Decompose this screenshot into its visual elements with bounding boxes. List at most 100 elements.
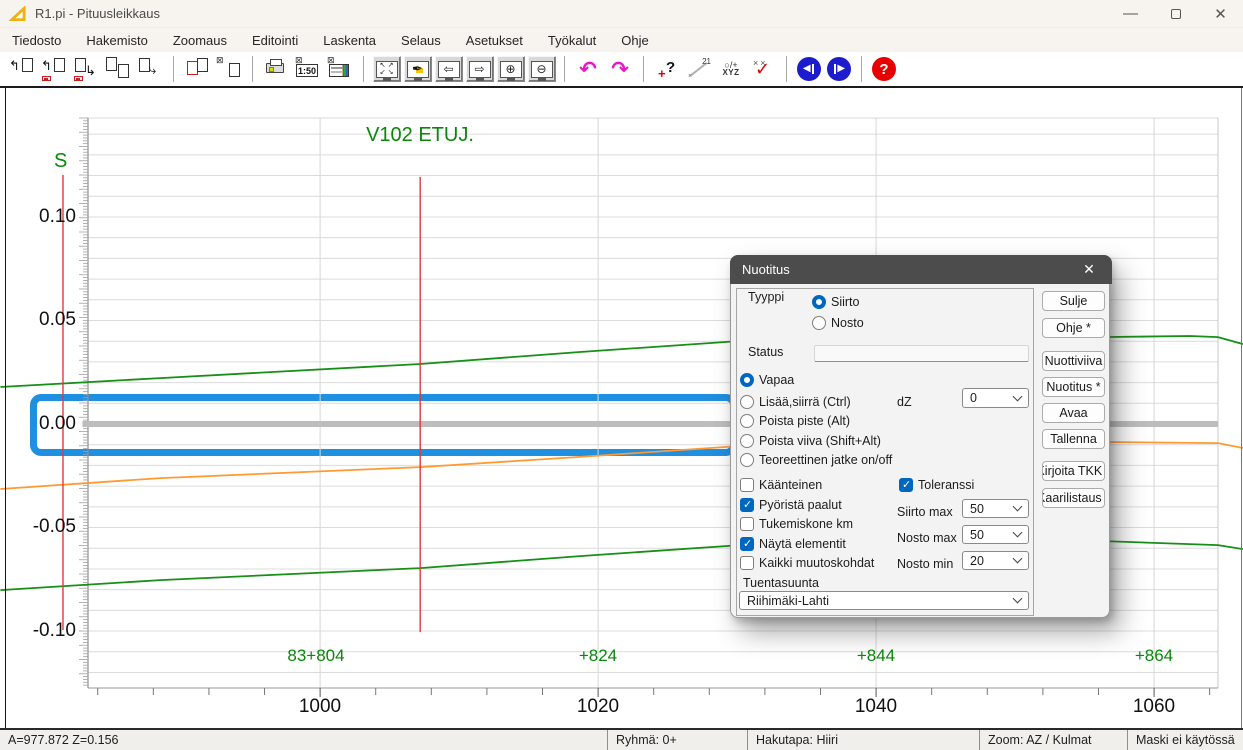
save-marked-icon[interactable]: ↳ [73,55,99,83]
chevron-down-icon [1013,594,1023,604]
nosto-min-combo[interactable]: 20 [962,551,1029,570]
nuotitus-button[interactable]: Nuotitus * [1042,377,1105,397]
sulje-button[interactable]: Sulje [1042,291,1105,311]
menu-tyokalut[interactable]: Työkalut [546,31,598,50]
menubar: Tiedosto Hakemisto Zoomaus Editointi Las… [0,28,1243,52]
open-previous-marked-icon[interactable]: ↰ [41,55,67,83]
menu-editointi[interactable]: Editointi [250,31,300,50]
ohje-button[interactable]: Ohje * [1042,318,1105,338]
app-logo-icon [9,6,27,22]
zoom-out-button[interactable]: ⊖ [528,56,556,82]
radio-poista-piste-label[interactable]: Poista piste (Alt) [759,414,850,428]
checkbox-kaanteinen[interactable] [740,478,754,492]
toolbar-separator [564,56,565,82]
checkbox-kaikki-muutoskohdat[interactable] [740,556,754,570]
checkbox-nayta-elementit[interactable] [740,537,754,551]
step-back-button[interactable]: ◀ [797,57,821,81]
menu-tiedosto[interactable]: Tiedosto [10,31,63,50]
redo-icon[interactable]: ↷ [607,55,633,83]
radio-vapaa-label[interactable]: Vapaa [759,373,794,387]
dialog-title: Nuotitus [742,262,790,277]
checkbox-pyorista-paalut[interactable] [740,498,754,512]
nosto-max-label: Nosto max [897,531,957,545]
zoom-window-button[interactable]: ✒ [404,56,432,82]
menu-laskenta[interactable]: Laskenta [321,31,378,50]
maximize-button[interactable] [1153,0,1198,27]
nosto-max-combo[interactable]: 50 [962,525,1029,544]
tallenna-button[interactable]: Tallenna [1042,429,1105,449]
radio-nosto-label[interactable]: Nosto [831,316,864,330]
pan-left-button[interactable]: ⇦ [435,56,463,82]
toolbar: ↰ ↰ ↳ ↳ ⤷ ⊠ ⊠1:50 ⊠ ↖↗↙↘ ✒ ⇦ ⇨ ⊕ ⊖ ↶ ↷ +… [0,52,1243,88]
checkbox-kaikki-muutoskohdat-label[interactable]: Kaikki muutoskohdat [759,556,874,570]
new-page-icon[interactable]: ⊠ [216,55,242,83]
y-tick-label: -0.10 [0,618,76,644]
radio-lisaa-siirra-label[interactable]: Lisää,siirrä (Ctrl) [759,395,851,409]
radio-siirto-label[interactable]: Siirto [831,295,859,309]
nuottiviiva-button[interactable]: Nuottiviiva [1042,351,1105,371]
station-label: +864 [1104,646,1204,666]
dz-combo[interactable]: 0 [962,388,1029,408]
transfer-file-icon[interactable]: ↳ [105,55,131,83]
copy-pages-icon[interactable] [184,55,210,83]
station-label: +844 [826,646,926,666]
canvas-right-border [1241,88,1242,728]
x-tick-label: 1040 [831,696,921,718]
x-tick-label: 1000 [275,696,365,718]
radio-poista-viiva-label[interactable]: Poista viiva (Shift+Alt) [759,434,881,448]
zoom-extents-button[interactable]: ↖↗↙↘ [373,56,401,82]
kaarilistaus-button[interactable]: Kaarilistaus * [1042,488,1105,508]
dialog-close-icon[interactable]: ✕ [1072,255,1106,284]
checkbox-tukemiskone-label[interactable]: Tukemiskone km [759,517,853,531]
radio-siirto[interactable] [812,295,826,309]
station-label: 83+804 [266,646,366,666]
radio-teoreettinen-label[interactable]: Teoreettinen jatke on/off [759,453,892,467]
radio-teoreettinen[interactable] [740,453,754,467]
dialog-titlebar: Nuotitus ✕ [730,255,1112,284]
radio-vapaa[interactable] [740,373,754,387]
menu-selaus[interactable]: Selaus [399,31,443,50]
statusbar-mask: Maski ei käytössä [1128,730,1243,750]
menu-zoomaus[interactable]: Zoomaus [171,31,229,50]
radio-poista-piste[interactable] [740,414,754,428]
open-previous-icon[interactable]: ↰ [9,55,35,83]
toolbar-separator [643,56,644,82]
page-layout-icon[interactable]: ⊠ [327,55,353,83]
kirjoita-tkk-button[interactable]: Kirjoita TKK * [1042,461,1105,481]
zoom-in-button[interactable]: ⊕ [497,56,525,82]
validate-points-icon[interactable]: ××✓ [750,55,776,83]
scale-icon[interactable]: ⊠1:50 [295,55,321,83]
menu-asetukset[interactable]: Asetukset [464,31,525,50]
radio-poista-viiva[interactable] [740,434,754,448]
checkbox-pyorista-paalut-label[interactable]: Pyöristä paalut [759,498,842,512]
export-file-icon[interactable]: ⤷ [137,55,163,83]
checkbox-toleranssi[interactable] [899,478,913,492]
menu-hakemisto[interactable]: Hakemisto [84,31,149,50]
step-forward-button[interactable]: ▶ [827,57,851,81]
minimize-button[interactable]: — [1108,0,1153,27]
chevron-down-icon [1013,554,1023,564]
menu-ohje[interactable]: Ohje [619,31,650,50]
toolbar-separator [252,56,253,82]
siirto-max-combo[interactable]: 50 [962,499,1029,518]
close-button[interactable]: ✕ [1198,0,1243,27]
status-field[interactable] [814,345,1029,362]
measure-line-icon[interactable]: 21× [686,55,712,83]
tuentasuunta-combo[interactable]: Riihimäki-Lahti [739,591,1029,610]
checkbox-kaanteinen-label[interactable]: Käänteinen [759,478,822,492]
coordinates-icon[interactable]: ○/+XYZ [718,55,744,83]
checkbox-toleranssi-label[interactable]: Toleranssi [918,478,974,492]
print-icon[interactable] [263,55,289,83]
statusbar-coordinates: A=977.872 Z=0.156 [0,730,608,750]
undo-icon[interactable]: ↶ [575,55,601,83]
checkbox-nayta-elementit-label[interactable]: Näytä elementit [759,537,846,551]
query-point-icon[interactable]: +? [654,55,680,83]
radio-nosto[interactable] [812,316,826,330]
pan-right-button[interactable]: ⇨ [466,56,494,82]
avaa-button[interactable]: Avaa [1042,403,1105,423]
y-tick-label: -0.05 [0,514,76,540]
help-button[interactable]: ? [872,57,896,81]
radio-lisaa-siirra[interactable] [740,395,754,409]
checkbox-tukemiskone[interactable] [740,517,754,531]
selection-highlight [30,394,737,456]
